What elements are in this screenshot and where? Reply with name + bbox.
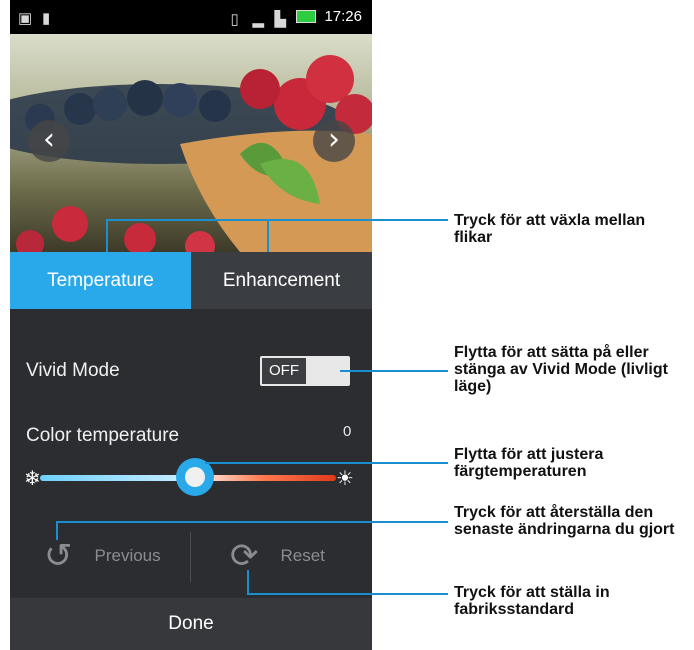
callout-previous: Tryck för att återställa den senaste änd… <box>454 504 675 538</box>
callout-vivid-mode: Flytta för att sätta på eller stänga av … <box>454 344 668 395</box>
callout-lines <box>56 219 448 595</box>
callout-tabs: Tryck för att växla mellan flikar <box>454 212 646 246</box>
callout-slider: Flytta för att justera färgtemperaturen <box>454 446 604 480</box>
callout-reset: Tryck för att ställa in fabriksstandard <box>454 584 610 618</box>
